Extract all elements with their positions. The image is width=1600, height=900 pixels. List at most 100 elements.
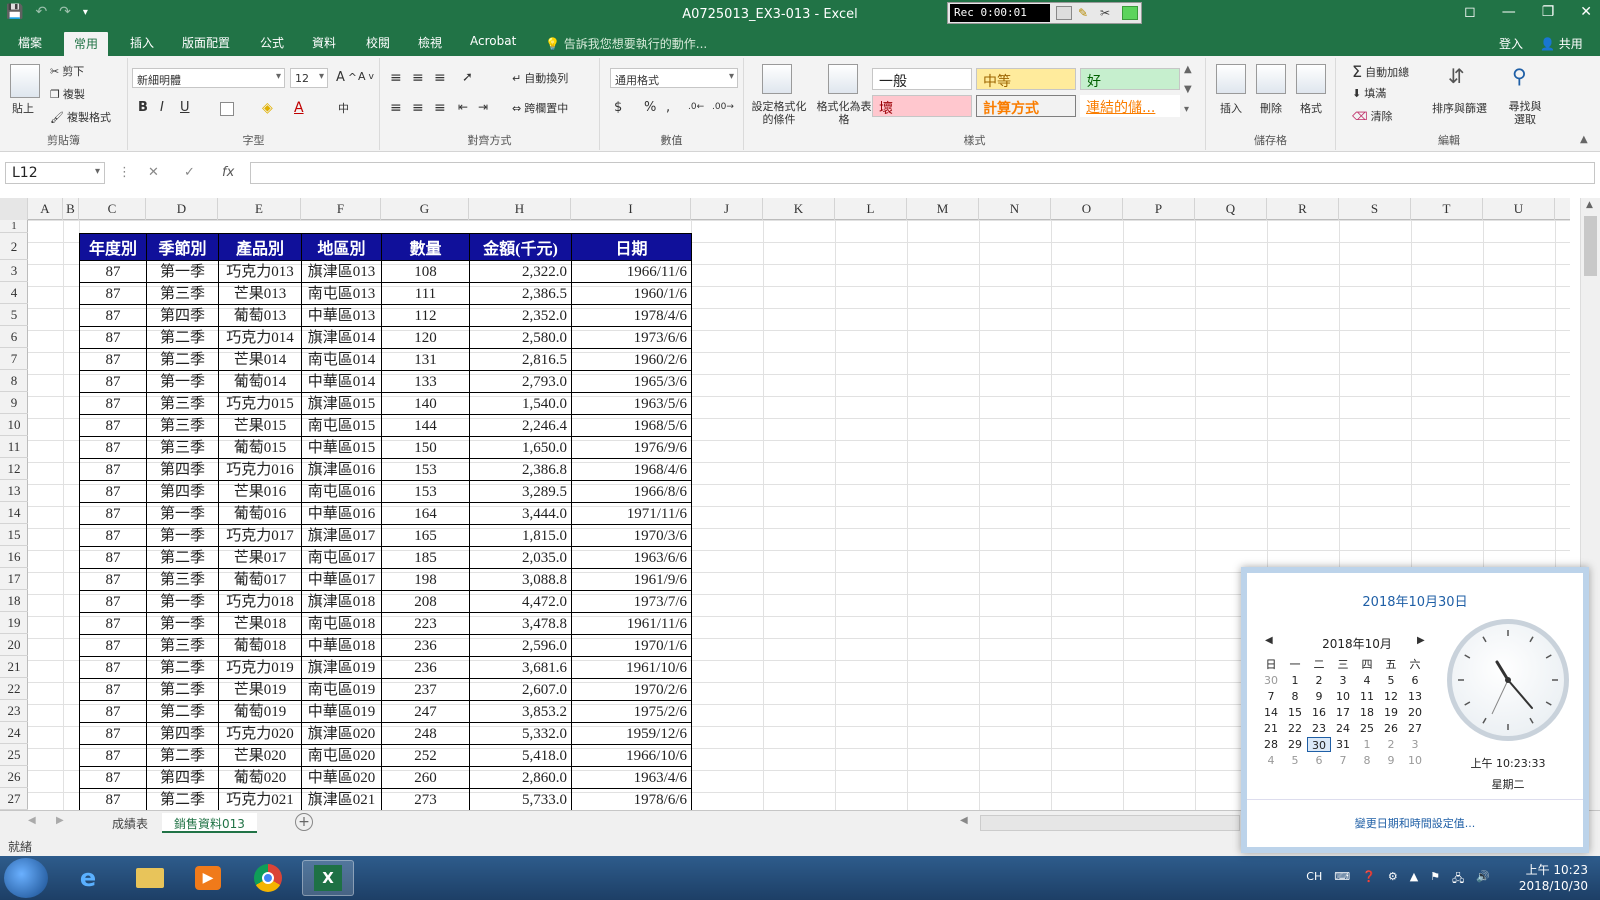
table-cell[interactable]: 153 [381, 480, 470, 503]
ie-icon[interactable]: e [62, 860, 114, 896]
table-cell[interactable]: 南屯區015 [301, 414, 382, 437]
maximize-icon[interactable]: ❐ [1542, 4, 1555, 20]
table-cell[interactable]: 中華區015 [301, 436, 382, 459]
table-cell[interactable]: 87 [79, 788, 147, 810]
format-as-table-label[interactable]: 格式化為表格 [816, 100, 872, 126]
format-cells-icon[interactable] [1296, 64, 1326, 94]
table-cell[interactable]: 1963/4/6 [571, 766, 692, 789]
table-cell[interactable]: 南屯區019 [301, 678, 382, 701]
collapse-ribbon-icon[interactable]: ▲ [1580, 134, 1588, 145]
table-cell[interactable]: 248 [381, 722, 470, 745]
table-cell[interactable]: 巧克力021 [218, 788, 302, 810]
ime-options-icon[interactable]: ⚙ [1388, 870, 1398, 889]
tray-expand-icon[interactable]: ▲ [1410, 870, 1418, 889]
table-cell[interactable]: 旗津區013 [301, 260, 382, 283]
table-cell[interactable]: 252 [381, 744, 470, 767]
change-datetime-link[interactable]: 變更日期和時間設定值... [1247, 815, 1583, 831]
table-cell[interactable]: 中華區014 [301, 370, 382, 393]
column-header[interactable]: N [979, 198, 1051, 220]
table-cell[interactable]: 3,681.6 [469, 656, 572, 679]
tab-formulas[interactable]: 公式 [260, 34, 284, 51]
calendar-day[interactable]: 5 [1379, 673, 1403, 688]
sheet-prev-icon[interactable]: ◀ [28, 815, 36, 826]
table-cell[interactable]: 87 [79, 348, 147, 371]
table-cell[interactable]: 芒果014 [218, 348, 302, 371]
column-header[interactable]: O [1051, 198, 1123, 220]
row-header[interactable]: 1 [0, 220, 28, 233]
table-cell[interactable]: 第四季 [146, 722, 219, 745]
calendar-day[interactable]: 31 [1331, 737, 1355, 752]
header-cell[interactable]: 日期 [571, 233, 692, 261]
table-cell[interactable]: 第一季 [146, 590, 219, 613]
row-header[interactable]: 10 [0, 414, 28, 436]
recorder-tools-icon[interactable]: ✂ [1100, 6, 1116, 20]
prev-month-icon[interactable]: ◀ [1265, 635, 1273, 646]
ribbon-display-icon[interactable]: ◻ [1464, 4, 1476, 20]
find-icon[interactable]: ⚲ [1512, 64, 1527, 88]
table-cell[interactable]: 中華區016 [301, 502, 382, 525]
table-cell[interactable]: 第四季 [146, 458, 219, 481]
table-cell[interactable]: 185 [381, 546, 470, 569]
column-header[interactable]: L [835, 198, 907, 220]
comma-icon[interactable]: , [666, 100, 670, 115]
table-cell[interactable]: 87 [79, 502, 147, 525]
bold-icon[interactable]: B [138, 100, 148, 115]
excel-taskbar-icon[interactable]: X [302, 860, 354, 896]
table-cell[interactable]: 87 [79, 634, 147, 657]
table-cell[interactable]: 1960/2/6 [571, 348, 692, 371]
table-cell[interactable]: 旗津區018 [301, 590, 382, 613]
table-cell[interactable]: 140 [381, 392, 470, 415]
conditional-format-label[interactable]: 設定格式化的條件 [750, 100, 808, 126]
table-cell[interactable]: 1971/11/6 [571, 502, 692, 525]
table-cell[interactable]: 87 [79, 436, 147, 459]
font-size-select[interactable]: 12 [290, 68, 328, 88]
row-header[interactable]: 27 [0, 788, 28, 810]
table-cell[interactable]: 第三季 [146, 282, 219, 305]
currency-icon[interactable]: $ [614, 100, 622, 115]
decrease-decimal-icon[interactable]: .00→ [712, 102, 734, 112]
row-header[interactable]: 6 [0, 326, 28, 348]
table-cell[interactable]: 1976/9/6 [571, 436, 692, 459]
table-cell[interactable]: 巧克力019 [218, 656, 302, 679]
media-player-icon[interactable]: ▶ [182, 860, 234, 896]
action-center-flag-icon[interactable]: ⚑ [1430, 870, 1440, 889]
table-cell[interactable]: 1959/12/6 [571, 722, 692, 745]
sheet-tab-scores[interactable]: 成績表 [100, 813, 160, 833]
table-cell[interactable]: 2,386.8 [469, 458, 572, 481]
calendar-day[interactable]: 24 [1331, 721, 1355, 736]
row-header[interactable]: 25 [0, 744, 28, 766]
header-cell[interactable]: 數量 [381, 233, 470, 261]
table-cell[interactable]: 1963/6/6 [571, 546, 692, 569]
row-header[interactable]: 15 [0, 524, 28, 546]
format-painter-button[interactable]: 🖌 複製格式 [50, 109, 111, 125]
grow-font-icon[interactable]: A ^ [336, 70, 357, 85]
table-cell[interactable]: 87 [79, 656, 147, 679]
select-all-corner[interactable] [0, 198, 28, 220]
table-cell[interactable]: 巧克力015 [218, 392, 302, 415]
delete-cells-icon[interactable] [1256, 64, 1286, 94]
table-cell[interactable]: 5,733.0 [469, 788, 572, 810]
column-header[interactable]: B [63, 198, 79, 220]
cut-button[interactable]: ✂ 剪下 [50, 63, 84, 79]
table-cell[interactable]: 4,472.0 [469, 590, 572, 613]
row-header[interactable]: 3 [0, 260, 28, 282]
table-cell[interactable]: 3,444.0 [469, 502, 572, 525]
calendar-day[interactable]: 23 [1307, 721, 1331, 736]
insert-cells-icon[interactable] [1216, 64, 1246, 94]
table-cell[interactable]: 1970/2/6 [571, 678, 692, 701]
table-cell[interactable]: 1961/11/6 [571, 612, 692, 635]
table-cell[interactable]: 1970/3/6 [571, 524, 692, 547]
table-cell[interactable]: 87 [79, 480, 147, 503]
table-cell[interactable]: 1978/4/6 [571, 304, 692, 327]
table-cell[interactable]: 87 [79, 524, 147, 547]
column-header[interactable]: K [763, 198, 835, 220]
align-center-icon[interactable]: ≡ [412, 100, 424, 116]
table-cell[interactable]: 112 [381, 304, 470, 327]
sheet-next-icon[interactable]: ▶ [56, 815, 64, 826]
table-cell[interactable]: 芒果013 [218, 282, 302, 305]
calendar-day[interactable]: 21 [1259, 721, 1283, 736]
help-icon[interactable]: ❓ [1362, 870, 1376, 889]
tab-data[interactable]: 資料 [312, 34, 336, 51]
table-cell[interactable]: 236 [381, 634, 470, 657]
row-header[interactable]: 18 [0, 590, 28, 612]
